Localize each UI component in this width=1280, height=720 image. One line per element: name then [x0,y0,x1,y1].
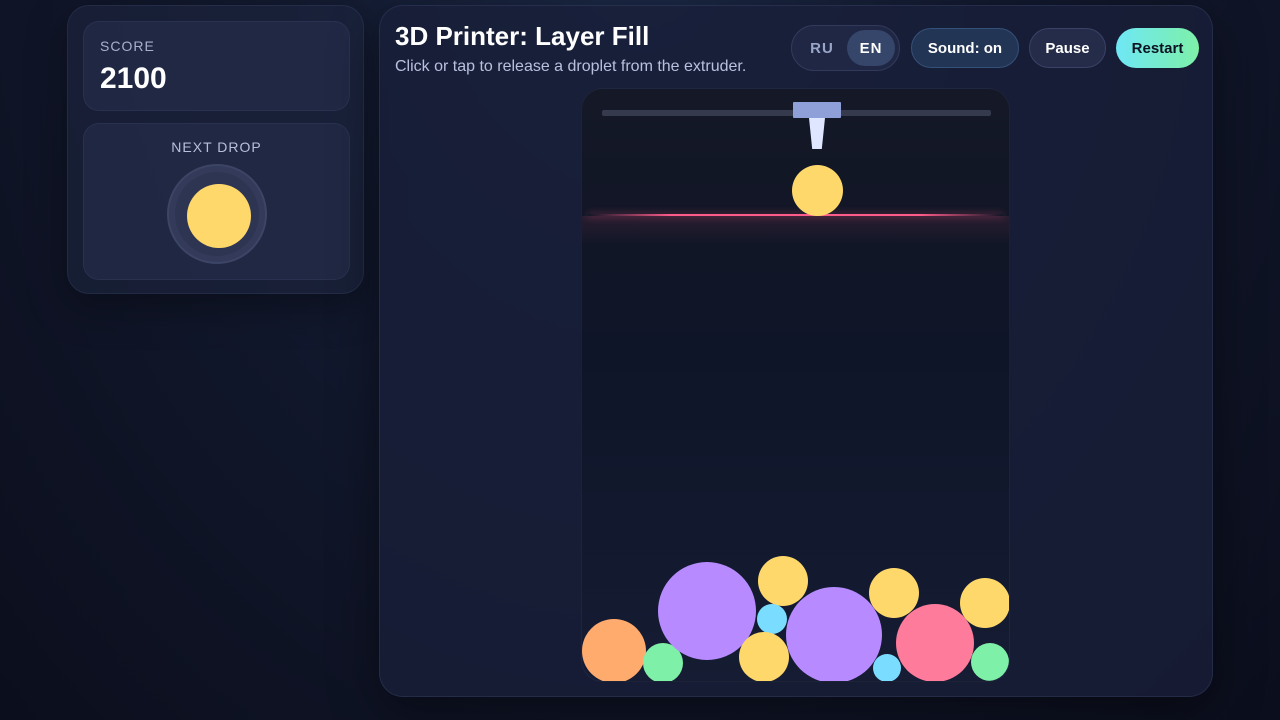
instructions-text: Click or tap to release a droplet from t… [395,58,747,75]
settled-droplet-green [971,643,1009,681]
overflow-limit-line [588,214,1003,216]
settled-droplet-purple [786,587,882,681]
extruder-nozzle-icon [809,118,825,149]
next-drop-card: NEXT DROP [83,123,350,280]
next-drop-label: NEXT DROP [171,139,262,155]
language-ru-button[interactable]: RU [798,30,846,66]
language-switcher: RU EN [791,25,900,71]
settled-droplet-yellow [758,556,808,606]
print-bed-canvas[interactable] [581,88,1010,682]
extruder-head [793,102,841,118]
pause-button[interactable]: Pause [1029,28,1106,68]
next-drop-droplet [187,184,251,248]
score-value: 2100 [100,62,167,95]
settled-droplet-cyan [757,604,787,634]
page-title: 3D Printer: Layer Fill [395,21,650,51]
held-droplet [792,165,843,216]
score-card: SCORE 2100 [83,21,350,111]
settled-droplet-cyan [873,654,901,681]
next-drop-preview [167,164,267,264]
settled-droplet-yellow [960,578,1009,628]
score-label: SCORE [100,38,155,54]
overflow-glow [582,216,1009,244]
settled-droplet-orange [582,619,646,681]
side-panel: SCORE 2100 NEXT DROP [67,5,364,294]
settled-droplet-yellow [739,632,789,681]
sound-toggle-button[interactable]: Sound: on [911,28,1019,68]
language-en-button[interactable]: EN [847,30,895,66]
settled-droplet-pink [896,604,974,681]
restart-button[interactable]: Restart [1116,28,1199,68]
